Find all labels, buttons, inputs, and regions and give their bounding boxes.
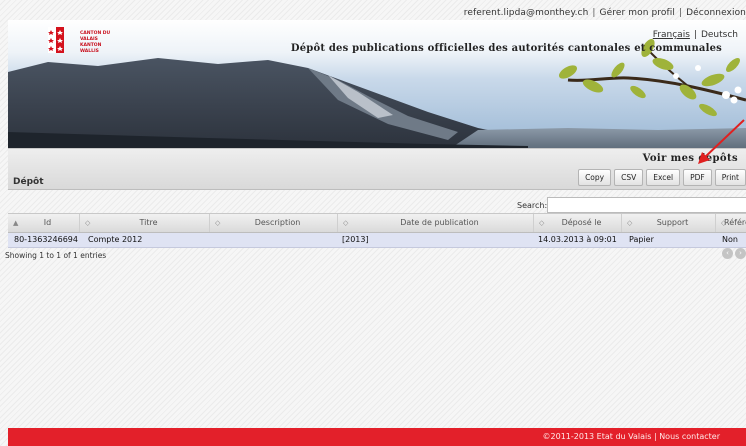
search-label: Search:: [517, 201, 548, 210]
canton-logo[interactable]: CANTON DU VALAIS KANTON WALLIS: [18, 25, 118, 55]
sort-icon: ◇: [85, 219, 91, 227]
user-links: referent.lipda@monthey.ch | Gérer mon prof…: [463, 8, 746, 18]
footer-text: ©2011-2013 Etat du Valais | Nous contact…: [542, 432, 720, 441]
site-title: Dépôt des publications officielles des a…: [290, 43, 722, 54]
manage-profile-link[interactable]: Gérer mon profil: [600, 8, 675, 18]
valais-flag-icon: [48, 27, 64, 53]
cell-id: 80-1363246694: [14, 235, 78, 244]
logo-line-1: CANTON DU VALAIS: [80, 31, 111, 42]
csv-button[interactable]: CSV: [614, 169, 644, 186]
copy-button[interactable]: Copy: [578, 169, 612, 186]
language-switcher: Français | Deutsch: [652, 30, 738, 40]
sort-icon: ◇: [343, 219, 349, 227]
cell-support: Papier: [629, 235, 654, 244]
footer: ©2011-2013 Etat du Valais | Nous contact…: [8, 428, 746, 446]
col-header-reference[interactable]: ◇Référence: [716, 214, 746, 232]
export-toolbar: Copy CSV Excel PDF Print: [575, 169, 746, 186]
deposits-table: ▲ Id ◇ Titre ◇ Description ◇ Date de publica…: [8, 213, 746, 248]
section-bar: Voir mes dépôts Dépôt Copy CSV Excel PDF…: [8, 148, 746, 190]
print-button[interactable]: Print: [714, 169, 746, 186]
sort-asc-icon: ▲: [13, 219, 19, 227]
cell-date-publication: [2013]: [342, 235, 369, 244]
sort-icon: ◇: [539, 219, 545, 227]
landscape-image: [8, 20, 746, 150]
annotation-arrow-icon: [698, 119, 745, 164]
table-info: Showing 1 to 1 of 1 entries: [5, 251, 107, 260]
cell-reference: Non: [722, 235, 738, 244]
footer-copyright: ©2011-2013 Etat du Valais: [542, 432, 652, 441]
col-header-description[interactable]: ◇ Description: [210, 214, 338, 232]
pdf-button[interactable]: PDF: [683, 169, 712, 186]
lang-fr-link[interactable]: Français: [653, 30, 690, 40]
sort-icon: ◇: [627, 219, 633, 227]
col-header-depose-le[interactable]: ◇ Déposé le: [534, 214, 622, 232]
lang-de-link[interactable]: Deutsch: [701, 30, 738, 40]
logo-line-2: KANTON WALLIS: [80, 43, 102, 54]
col-header-id[interactable]: ▲ Id: [8, 214, 80, 232]
next-page-icon[interactable]: ›: [735, 248, 746, 259]
excel-button[interactable]: Excel: [646, 169, 681, 186]
col-header-titre[interactable]: ◇ Titre: [80, 214, 210, 232]
sort-icon: ◇: [721, 219, 727, 227]
contact-link[interactable]: Nous contacter: [659, 432, 720, 441]
logo-text: CANTON DU VALAIS KANTON WALLIS: [80, 31, 118, 55]
table-row[interactable]: 80-1363246694 Compte 2012 [2013] 14.03.2…: [8, 233, 746, 248]
col-header-date-publication[interactable]: ◇ Date de publication: [338, 214, 534, 232]
section-title: Dépôt: [13, 177, 44, 187]
previous-page-icon[interactable]: ‹: [722, 248, 733, 259]
sort-icon: ◇: [215, 219, 221, 227]
table-header: ▲ Id ◇ Titre ◇ Description ◇ Date de publica…: [8, 213, 746, 233]
pagination: ‹ ›: [720, 248, 746, 259]
search-input[interactable]: [547, 197, 746, 213]
header-banner: CANTON DU VALAIS KANTON WALLIS Français |…: [8, 20, 746, 169]
col-header-support[interactable]: ◇ Support: [622, 214, 716, 232]
cell-depose-le: 14.03.2013 à 09:01: [538, 235, 617, 244]
cell-titre: Compte 2012: [88, 235, 143, 244]
logout-link[interactable]: Déconnexion: [686, 8, 746, 18]
user-email: referent.lipda@monthey.ch: [463, 8, 589, 18]
